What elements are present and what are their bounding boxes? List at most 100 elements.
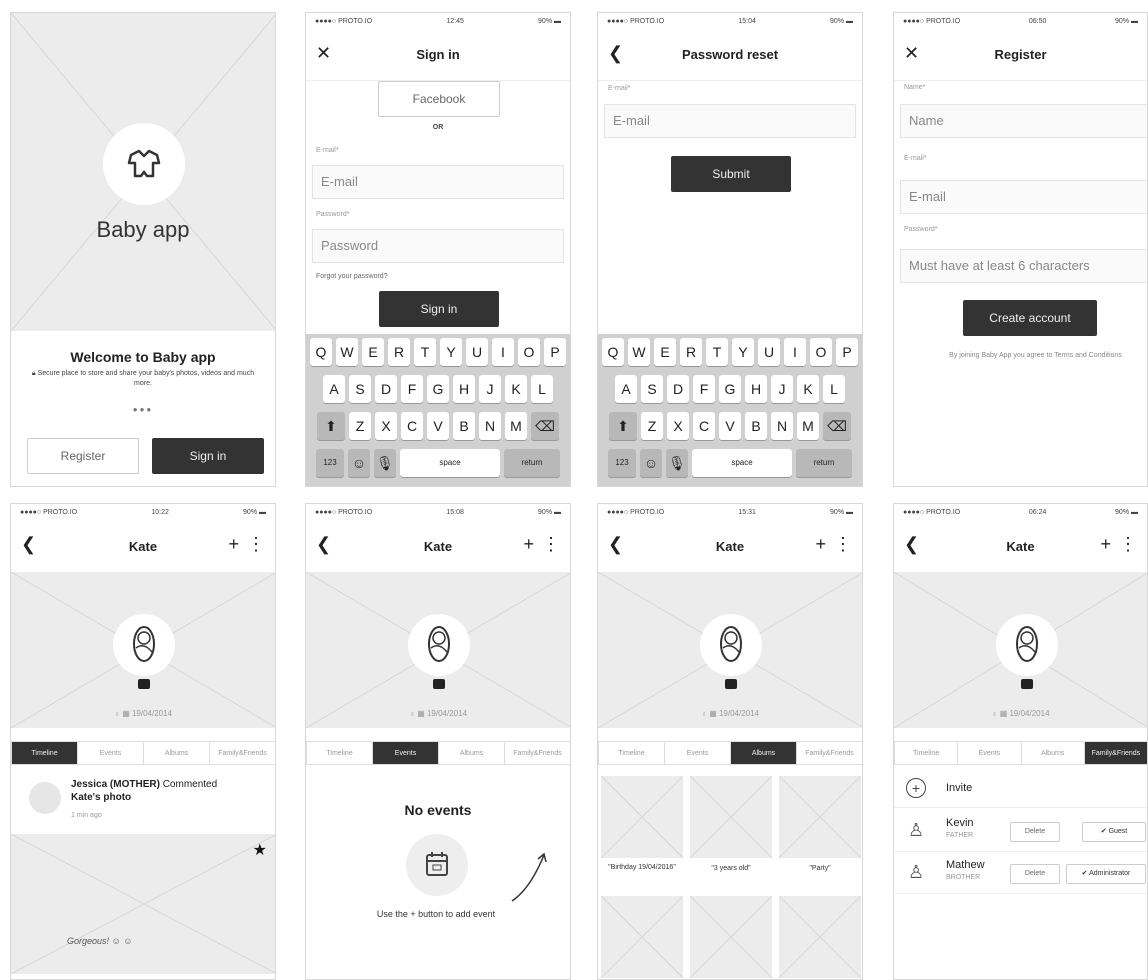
smiley-icon[interactable]: ☺ ☺ <box>112 936 133 946</box>
key-k[interactable]: K <box>505 375 527 403</box>
more-vertical-icon[interactable]: ⋮ <box>834 532 852 556</box>
tab-timeline[interactable]: Timeline <box>11 741 78 765</box>
star-icon[interactable]: ★ <box>253 840 267 860</box>
key-f[interactable]: F <box>693 375 715 403</box>
key-e[interactable]: E <box>654 338 676 366</box>
key-b[interactable]: B <box>453 412 475 440</box>
key-a[interactable]: A <box>615 375 637 403</box>
key-n[interactable]: N <box>479 412 501 440</box>
key-l[interactable]: L <box>823 375 845 403</box>
back-chevron-icon[interactable]: ❮ <box>21 532 36 556</box>
camera-icon[interactable] <box>138 679 150 689</box>
key-c[interactable]: C <box>693 412 715 440</box>
timeline-photo[interactable]: ★ Gorgeous! ☺ ☺ <box>11 834 275 974</box>
baby-avatar[interactable] <box>408 614 470 676</box>
password-field[interactable]: Must have at least 6 characters <box>900 249 1147 283</box>
emoji-key-icon[interactable]: ☺ <box>348 449 370 477</box>
baby-avatar[interactable] <box>700 614 762 676</box>
album-thumbnail[interactable] <box>779 776 861 858</box>
key-n[interactable]: N <box>771 412 793 440</box>
key-i[interactable]: I <box>492 338 514 366</box>
key-b[interactable]: B <box>745 412 767 440</box>
numbers-key[interactable]: 123 <box>316 449 344 477</box>
key-t[interactable]: T <box>706 338 728 366</box>
key-h[interactable]: H <box>745 375 767 403</box>
backspace-key-icon[interactable]: ⌫ <box>531 412 559 440</box>
key-w[interactable]: W <box>336 338 358 366</box>
signin-submit-button[interactable]: Sign in <box>379 291 499 327</box>
emoji-key-icon[interactable]: ☺ <box>640 449 662 477</box>
more-vertical-icon[interactable]: ⋮ <box>542 532 560 556</box>
name-field[interactable]: Name <box>900 104 1147 138</box>
tab-timeline[interactable]: Timeline <box>894 741 959 765</box>
tab-albums[interactable]: Albums <box>143 741 210 765</box>
close-icon[interactable]: ✕ <box>904 41 919 65</box>
more-vertical-icon[interactable]: ⋮ <box>247 532 265 556</box>
timeline-item[interactable]: Jessica (MOTHER) Commented Kate's photo 1… <box>11 772 275 834</box>
key-g[interactable]: G <box>719 375 741 403</box>
camera-icon[interactable] <box>1021 679 1033 689</box>
key-i[interactable]: I <box>784 338 806 366</box>
more-vertical-icon[interactable]: ⋮ <box>1119 532 1137 556</box>
key-u[interactable]: U <box>758 338 780 366</box>
key-x[interactable]: X <box>375 412 397 440</box>
create-account-button[interactable]: Create account <box>963 300 1097 336</box>
return-key[interactable]: return <box>796 449 852 477</box>
key-o[interactable]: O <box>518 338 540 366</box>
tab-family-friends[interactable]: Family&Friends <box>796 741 862 765</box>
key-w[interactable]: W <box>628 338 650 366</box>
key-c[interactable]: C <box>401 412 423 440</box>
key-l[interactable]: L <box>531 375 553 403</box>
key-j[interactable]: J <box>771 375 793 403</box>
back-chevron-icon[interactable]: ❮ <box>608 532 623 556</box>
add-icon[interactable]: + <box>1100 532 1111 556</box>
key-h[interactable]: H <box>453 375 475 403</box>
tab-events[interactable]: Events <box>77 741 144 765</box>
tab-albums[interactable]: Albums <box>730 741 797 765</box>
key-p[interactable]: P <box>836 338 858 366</box>
role-toggle[interactable]: ✔ Guest <box>1082 822 1146 842</box>
key-a[interactable]: A <box>323 375 345 403</box>
tab-timeline[interactable]: Timeline <box>598 741 665 765</box>
back-chevron-icon[interactable]: ❮ <box>608 41 623 65</box>
shift-key-icon[interactable]: ⬆︎ <box>317 412 345 440</box>
key-d[interactable]: D <box>375 375 397 403</box>
key-g[interactable]: G <box>427 375 449 403</box>
key-t[interactable]: T <box>414 338 436 366</box>
key-v[interactable]: V <box>427 412 449 440</box>
key-r[interactable]: R <box>388 338 410 366</box>
key-k[interactable]: K <box>797 375 819 403</box>
space-key[interactable]: space <box>400 449 500 477</box>
baby-avatar[interactable] <box>996 614 1058 676</box>
key-x[interactable]: X <box>667 412 689 440</box>
tab-events[interactable]: Events <box>372 741 439 765</box>
password-field[interactable]: Password <box>312 229 564 263</box>
mic-key-icon[interactable]: 🎙︎ <box>666 449 688 477</box>
baby-avatar[interactable] <box>113 614 175 676</box>
backspace-key-icon[interactable]: ⌫ <box>823 412 851 440</box>
signin-button[interactable]: Sign in <box>152 438 264 474</box>
key-j[interactable]: J <box>479 375 501 403</box>
key-d[interactable]: D <box>667 375 689 403</box>
key-u[interactable]: U <box>466 338 488 366</box>
back-chevron-icon[interactable]: ❮ <box>904 532 919 556</box>
invite-row[interactable]: + Invite <box>894 772 1147 808</box>
mic-key-icon[interactable]: 🎙︎ <box>374 449 396 477</box>
add-icon[interactable]: + <box>523 532 534 556</box>
email-field[interactable]: E-mail <box>900 180 1147 214</box>
key-z[interactable]: Z <box>641 412 663 440</box>
add-icon[interactable]: + <box>228 532 239 556</box>
email-field[interactable]: E-mail <box>312 165 564 199</box>
close-icon[interactable]: ✕ <box>316 41 331 65</box>
shift-key-icon[interactable]: ⬆︎ <box>609 412 637 440</box>
role-toggle[interactable]: ✔ Administrator <box>1066 864 1146 884</box>
key-y[interactable]: Y <box>732 338 754 366</box>
key-f[interactable]: F <box>401 375 423 403</box>
forgot-password-link[interactable]: Forgot your password? <box>316 273 388 280</box>
key-r[interactable]: R <box>680 338 702 366</box>
key-q[interactable]: Q <box>310 338 332 366</box>
numbers-key[interactable]: 123 <box>608 449 636 477</box>
tab-albums[interactable]: Albums <box>438 741 505 765</box>
submit-button[interactable]: Submit <box>671 156 791 192</box>
delete-button[interactable]: Delete <box>1010 822 1060 842</box>
